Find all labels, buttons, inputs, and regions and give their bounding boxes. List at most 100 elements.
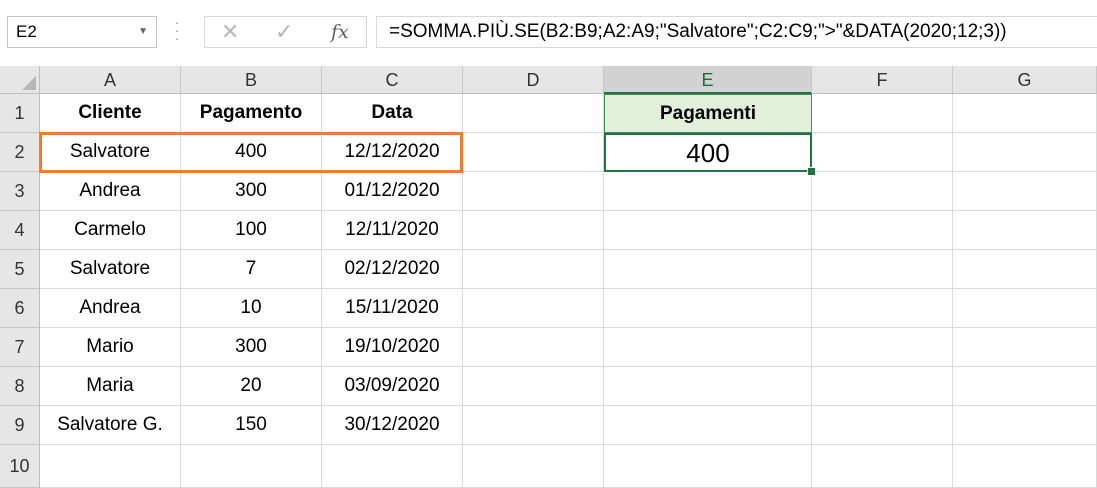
cell-e3[interactable] xyxy=(604,172,812,211)
row-header-3[interactable]: 3 xyxy=(0,172,40,211)
table-cell[interactable]: Salvatore G. xyxy=(40,406,181,445)
table-cell[interactable]: 300 xyxy=(181,172,322,211)
table-cell[interactable]: 02/12/2020 xyxy=(322,250,463,289)
enter-icon[interactable]: ✓ xyxy=(275,20,293,44)
table-cell[interactable]: 30/12/2020 xyxy=(322,406,463,445)
column-header-f[interactable]: F xyxy=(812,66,953,94)
table-cell[interactable]: 01/12/2020 xyxy=(322,172,463,211)
result-value-cell[interactable]: 400 xyxy=(604,133,812,172)
cell-f1[interactable] xyxy=(812,94,953,133)
cell-e6[interactable] xyxy=(604,289,812,328)
cell-g4[interactable] xyxy=(953,211,1097,250)
table-cell[interactable]: 10 xyxy=(181,289,322,328)
table-cell[interactable]: 03/09/2020 xyxy=(322,367,463,406)
table-cell[interactable]: 300 xyxy=(181,328,322,367)
cell-d5[interactable] xyxy=(463,250,604,289)
cell-d1[interactable] xyxy=(463,94,604,133)
cell-f8[interactable] xyxy=(812,367,953,406)
cell-e5[interactable] xyxy=(604,250,812,289)
cell-d3[interactable] xyxy=(463,172,604,211)
cell-f10[interactable] xyxy=(812,445,953,488)
chevron-down-icon[interactable]: ▼ xyxy=(138,17,148,47)
column-header-g[interactable]: G xyxy=(953,66,1097,94)
cell-e10[interactable] xyxy=(604,445,812,488)
table-cell[interactable]: 100 xyxy=(181,211,322,250)
table-cell[interactable]: Maria xyxy=(40,367,181,406)
table-cell[interactable]: 7 xyxy=(181,250,322,289)
table-header-cell[interactable]: Data xyxy=(322,94,463,133)
table-cell[interactable]: 20 xyxy=(181,367,322,406)
row-header-5[interactable]: 5 xyxy=(0,250,40,289)
cell-f9[interactable] xyxy=(812,406,953,445)
table-cell[interactable]: Andrea xyxy=(40,172,181,211)
row-header-1[interactable]: 1 xyxy=(0,94,40,133)
table-cell[interactable]: Andrea xyxy=(40,289,181,328)
insert-function-icon[interactable]: fx xyxy=(331,20,349,44)
name-box-value: E2 xyxy=(16,22,37,41)
cell-e4[interactable] xyxy=(604,211,812,250)
cell-a10[interactable] xyxy=(40,445,181,488)
cell-g3[interactable] xyxy=(953,172,1097,211)
table-cell[interactable]: Carmelo xyxy=(40,211,181,250)
column-header-b[interactable]: B xyxy=(181,66,322,94)
cell-e9[interactable] xyxy=(604,406,812,445)
cell-d7[interactable] xyxy=(463,328,604,367)
table-cell[interactable]: 15/11/2020 xyxy=(322,289,463,328)
drag-handle-icon[interactable]: · · · xyxy=(174,15,180,46)
table-cell[interactable]: 19/10/2020 xyxy=(322,328,463,367)
cell-c10[interactable] xyxy=(322,445,463,488)
row-header-4[interactable]: 4 xyxy=(0,211,40,250)
formula-buttons: ✕ ✓ fx xyxy=(204,16,367,48)
column-header-a[interactable]: A xyxy=(40,66,181,94)
worksheet-grid: A B C D E F G 1 2 3 4 5 6 7 8 9 10 Cliente Pagamento Data Pa… xyxy=(0,66,1097,488)
table-cell[interactable]: Salvatore xyxy=(40,250,181,289)
cell-f5[interactable] xyxy=(812,250,953,289)
table-header-cell[interactable]: Pagamento xyxy=(181,94,322,133)
cell-f7[interactable] xyxy=(812,328,953,367)
cell-g7[interactable] xyxy=(953,328,1097,367)
cell-f6[interactable] xyxy=(812,289,953,328)
name-box[interactable]: E2 ▼ xyxy=(7,16,157,48)
column-header-e[interactable]: E xyxy=(604,66,812,94)
table-header-cell[interactable]: Cliente xyxy=(40,94,181,133)
cell-f2[interactable] xyxy=(812,133,953,172)
column-header-c[interactable]: C xyxy=(322,66,463,94)
row-header-2[interactable]: 2 xyxy=(0,133,40,172)
table-cell[interactable]: Mario xyxy=(40,328,181,367)
column-header-d[interactable]: D xyxy=(463,66,604,94)
cell-g9[interactable] xyxy=(953,406,1097,445)
row-header-10[interactable]: 10 xyxy=(0,445,40,488)
cell-g6[interactable] xyxy=(953,289,1097,328)
table-cell[interactable]: 400 xyxy=(181,133,322,172)
cell-d2[interactable] xyxy=(463,133,604,172)
table-cell[interactable]: 12/12/2020 xyxy=(322,133,463,172)
cell-g2[interactable] xyxy=(953,133,1097,172)
cell-e7[interactable] xyxy=(604,328,812,367)
cell-b10[interactable] xyxy=(181,445,322,488)
cell-d9[interactable] xyxy=(463,406,604,445)
result-header-cell[interactable]: Pagamenti xyxy=(604,94,812,133)
fill-handle[interactable] xyxy=(807,167,816,176)
formula-input[interactable]: =SOMMA.PIÙ.SE(B2:B9;A2:A9;"Salvatore";C2… xyxy=(376,16,1097,48)
cell-g10[interactable] xyxy=(953,445,1097,488)
cell-d10[interactable] xyxy=(463,445,604,488)
cell-g8[interactable] xyxy=(953,367,1097,406)
cell-e8[interactable] xyxy=(604,367,812,406)
formula-bar: E2 ▼ · · · ✕ ✓ fx =SOMMA.PIÙ.SE(B2:B9;A2:A… xyxy=(0,0,1097,66)
cell-d4[interactable] xyxy=(463,211,604,250)
row-header-8[interactable]: 8 xyxy=(0,367,40,406)
cell-d8[interactable] xyxy=(463,367,604,406)
select-all-button[interactable] xyxy=(0,66,40,94)
table-cell[interactable]: Salvatore xyxy=(40,133,181,172)
cancel-icon[interactable]: ✕ xyxy=(221,20,239,44)
row-header-7[interactable]: 7 xyxy=(0,328,40,367)
row-header-9[interactable]: 9 xyxy=(0,406,40,445)
table-cell[interactable]: 150 xyxy=(181,406,322,445)
cell-d6[interactable] xyxy=(463,289,604,328)
cell-g5[interactable] xyxy=(953,250,1097,289)
row-header-6[interactable]: 6 xyxy=(0,289,40,328)
cell-f3[interactable] xyxy=(812,172,953,211)
cell-f4[interactable] xyxy=(812,211,953,250)
table-cell[interactable]: 12/11/2020 xyxy=(322,211,463,250)
cell-g1[interactable] xyxy=(953,94,1097,133)
